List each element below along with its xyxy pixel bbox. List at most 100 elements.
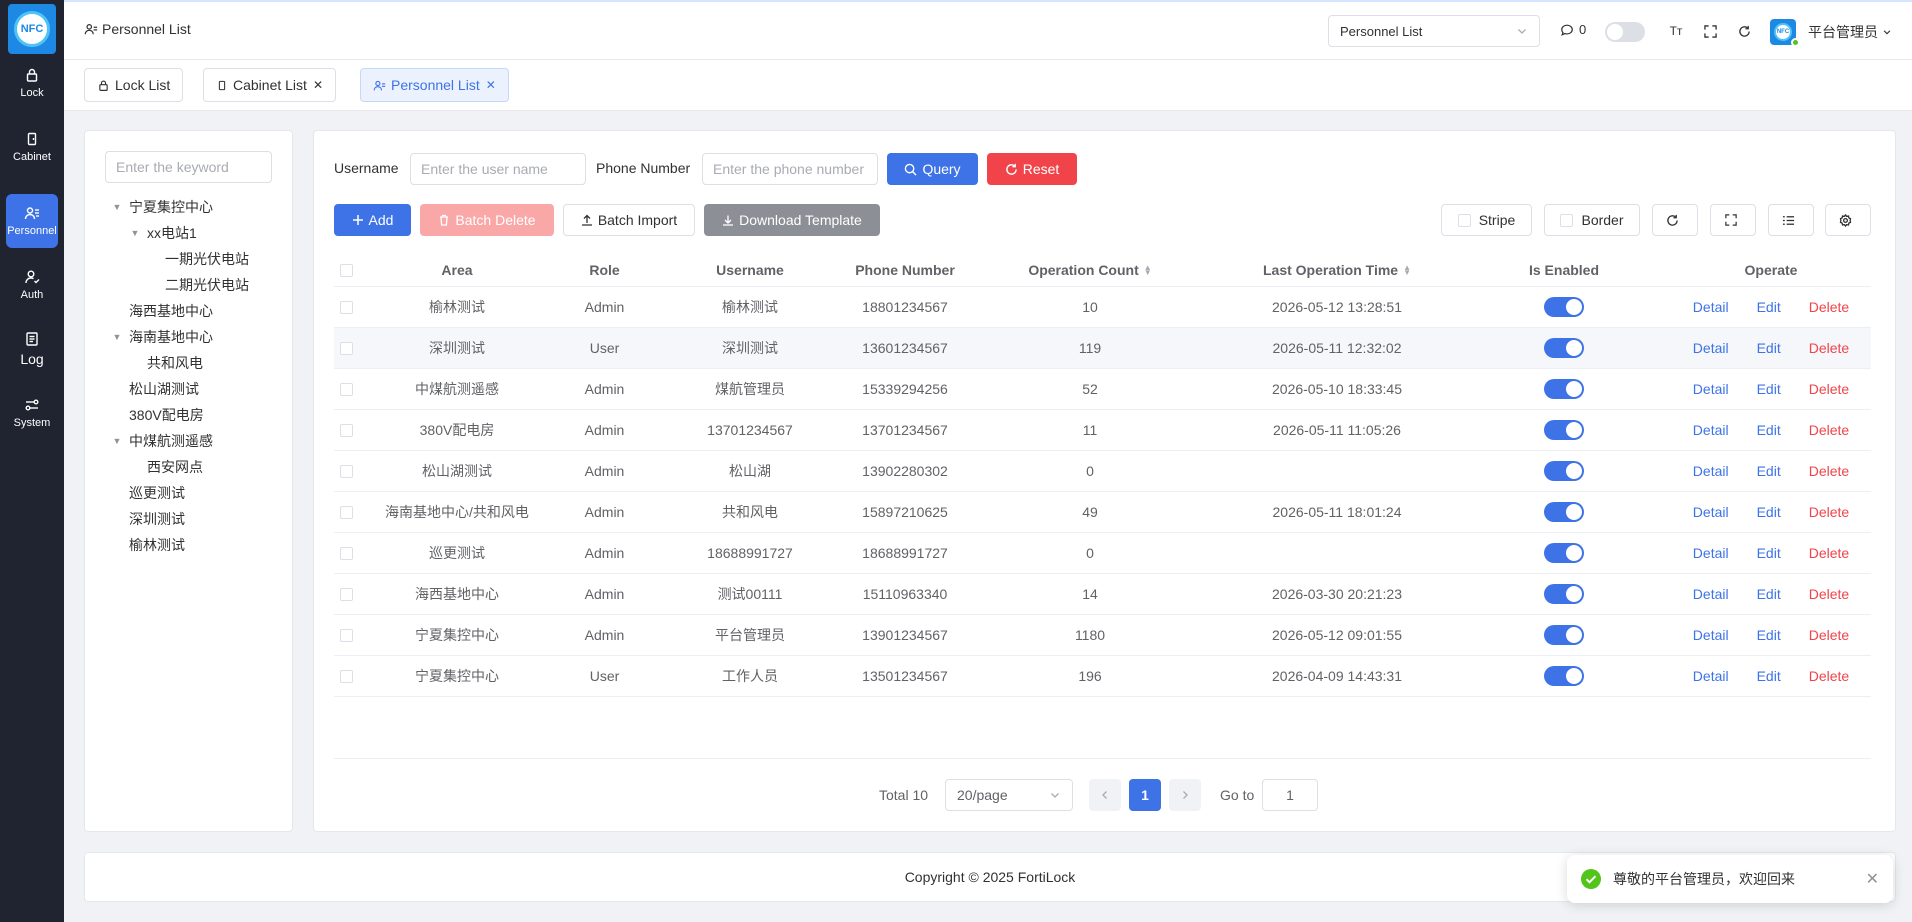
close-icon[interactable]: ✕ bbox=[1866, 869, 1879, 889]
caret-down-icon[interactable]: ▼ bbox=[129, 228, 141, 238]
tree-node[interactable]: 榆林测试 bbox=[105, 532, 285, 558]
row-checkbox[interactable] bbox=[339, 546, 353, 560]
tree-node[interactable]: 深圳测试 bbox=[105, 506, 285, 532]
delete-link[interactable]: Delete bbox=[1809, 422, 1849, 438]
theme-toggle[interactable] bbox=[1605, 22, 1645, 42]
sidebar-item-auth[interactable]: Auth bbox=[6, 258, 58, 312]
detail-link[interactable]: Detail bbox=[1693, 668, 1729, 684]
col-last-operation-time[interactable]: Last Operation Time ▲ ▼ bbox=[1217, 254, 1457, 286]
tree-node[interactable]: 松山湖测试 bbox=[105, 376, 285, 402]
enabled-switch[interactable] bbox=[1544, 420, 1584, 440]
query-button[interactable]: Query bbox=[887, 153, 978, 185]
batch-import-button[interactable]: Batch Import bbox=[563, 204, 695, 236]
row-checkbox[interactable] bbox=[339, 628, 353, 642]
delete-link[interactable]: Delete bbox=[1809, 545, 1849, 561]
close-icon[interactable]: ✕ bbox=[486, 78, 496, 92]
row-checkbox[interactable] bbox=[339, 464, 353, 478]
edit-link[interactable]: Edit bbox=[1757, 463, 1781, 479]
enabled-switch[interactable] bbox=[1544, 338, 1584, 358]
row-checkbox[interactable] bbox=[339, 669, 353, 683]
tree-node[interactable]: ▼ 中煤航测遥感 bbox=[105, 428, 285, 454]
next-page-button[interactable] bbox=[1169, 779, 1201, 811]
sort-icon[interactable]: ▲ ▼ bbox=[1144, 264, 1152, 277]
table-row[interactable]: 宁夏集控中心 Admin 平台管理员 13901234567 1180 2026-05-1… bbox=[334, 615, 1871, 656]
table-row[interactable]: 巡更测试 Admin 18688991727 18688991727 0 Detail Ed… bbox=[334, 533, 1871, 574]
edit-link[interactable]: Edit bbox=[1757, 545, 1781, 561]
border-checkbox[interactable] bbox=[1560, 213, 1574, 227]
row-checkbox[interactable] bbox=[339, 587, 353, 601]
table-row[interactable]: 深圳测试 User 深圳测试 13601234567 119 2026-05-11 12:… bbox=[334, 328, 1871, 369]
user-menu[interactable]: 平台管理员 bbox=[1808, 22, 1892, 42]
menu-search-select[interactable]: Personnel List bbox=[1328, 15, 1540, 47]
stripe-toggle[interactable]: Stripe bbox=[1441, 204, 1532, 236]
tree-node[interactable]: ▼ 海南基地中心 bbox=[105, 324, 285, 350]
table-refresh-button[interactable] bbox=[1652, 204, 1698, 236]
sort-icon[interactable]: ▲ ▼ bbox=[1403, 264, 1411, 277]
table-row[interactable]: 中煤航测遥感 Admin 煤航管理员 15339294256 52 2026-05-10 … bbox=[334, 369, 1871, 410]
tree-node[interactable]: ▼ xx电站1 bbox=[105, 220, 285, 246]
delete-link[interactable]: Delete bbox=[1809, 340, 1849, 356]
edit-link[interactable]: Edit bbox=[1757, 340, 1781, 356]
row-checkbox[interactable] bbox=[339, 341, 353, 355]
message-button[interactable]: 0 bbox=[1560, 22, 1586, 37]
delete-link[interactable]: Delete bbox=[1809, 463, 1849, 479]
delete-link[interactable]: Delete bbox=[1809, 381, 1849, 397]
edit-link[interactable]: Edit bbox=[1757, 627, 1781, 643]
username-input[interactable]: Enter the user name bbox=[410, 153, 586, 185]
refresh-button[interactable] bbox=[1735, 22, 1753, 40]
caret-down-icon[interactable]: ▼ bbox=[111, 332, 123, 342]
border-toggle[interactable]: Border bbox=[1544, 204, 1640, 236]
enabled-switch[interactable] bbox=[1544, 502, 1584, 522]
table-row[interactable]: 松山湖测试 Admin 松山湖 13902280302 0 Detail Edit Delet… bbox=[334, 451, 1871, 492]
tab-lock-list[interactable]: Lock List bbox=[84, 68, 184, 102]
tree-node[interactable]: ▼ 宁夏集控中心 bbox=[105, 194, 285, 220]
logo[interactable]: NFC bbox=[8, 4, 56, 54]
edit-link[interactable]: Edit bbox=[1757, 504, 1781, 520]
tree-node[interactable]: 巡更测试 bbox=[105, 480, 285, 506]
detail-link[interactable]: Detail bbox=[1693, 504, 1729, 520]
enabled-switch[interactable] bbox=[1544, 461, 1584, 481]
add-button[interactable]: Add bbox=[334, 204, 411, 236]
edit-link[interactable]: Edit bbox=[1757, 422, 1781, 438]
detail-link[interactable]: Detail bbox=[1693, 422, 1729, 438]
delete-link[interactable]: Delete bbox=[1809, 668, 1849, 684]
sidebar-item-log[interactable]: Log bbox=[6, 322, 58, 376]
sidebar-item-system[interactable]: System bbox=[6, 386, 58, 440]
download-template-button[interactable]: Download Template bbox=[704, 204, 880, 236]
tree-search-input[interactable]: Enter the keyword bbox=[105, 151, 272, 183]
page-1-button[interactable]: 1 bbox=[1129, 779, 1161, 811]
reset-button[interactable]: Reset bbox=[987, 153, 1077, 185]
delete-link[interactable]: Delete bbox=[1809, 504, 1849, 520]
tree-node[interactable]: 西安网点 bbox=[105, 454, 285, 480]
stripe-checkbox[interactable] bbox=[1457, 213, 1471, 227]
detail-link[interactable]: Detail bbox=[1693, 299, 1729, 315]
select-all-checkbox[interactable] bbox=[339, 263, 353, 277]
enabled-switch[interactable] bbox=[1544, 543, 1584, 563]
row-checkbox[interactable] bbox=[339, 382, 353, 396]
edit-link[interactable]: Edit bbox=[1757, 586, 1781, 602]
tab-cabinet-list[interactable]: Cabinet List ✕ bbox=[203, 68, 336, 102]
tab-personnel-list[interactable]: Personnel List ✕ bbox=[360, 68, 509, 102]
sidebar-item-cabinet[interactable]: Cabinet bbox=[6, 120, 58, 174]
enabled-switch[interactable] bbox=[1544, 666, 1584, 686]
table-settings-button[interactable] bbox=[1825, 204, 1871, 236]
caret-down-icon[interactable]: ▼ bbox=[111, 436, 123, 446]
row-checkbox[interactable] bbox=[339, 300, 353, 314]
sidebar-item-personnel[interactable]: Personnel bbox=[6, 194, 58, 248]
detail-link[interactable]: Detail bbox=[1693, 463, 1729, 479]
column-settings-button[interactable] bbox=[1768, 204, 1814, 236]
delete-link[interactable]: Delete bbox=[1809, 627, 1849, 643]
delete-link[interactable]: Delete bbox=[1809, 299, 1849, 315]
caret-down-icon[interactable]: ▼ bbox=[111, 202, 123, 212]
detail-link[interactable]: Detail bbox=[1693, 545, 1729, 561]
delete-link[interactable]: Delete bbox=[1809, 586, 1849, 602]
tree-node[interactable]: 380V配电房 bbox=[105, 402, 285, 428]
tree-node[interactable]: 海西基地中心 bbox=[105, 298, 285, 324]
phone-input[interactable]: Enter the phone number bbox=[702, 153, 878, 185]
table-row[interactable]: 榆林测试 Admin 榆林测试 18801234567 10 2026-05-12 13:… bbox=[334, 287, 1871, 328]
row-checkbox[interactable] bbox=[339, 423, 353, 437]
tree-node[interactable]: 二期光伏电站 bbox=[105, 272, 285, 298]
detail-link[interactable]: Detail bbox=[1693, 586, 1729, 602]
page-size-select[interactable]: 20/page bbox=[945, 779, 1073, 811]
tree-node[interactable]: 共和风电 bbox=[105, 350, 285, 376]
